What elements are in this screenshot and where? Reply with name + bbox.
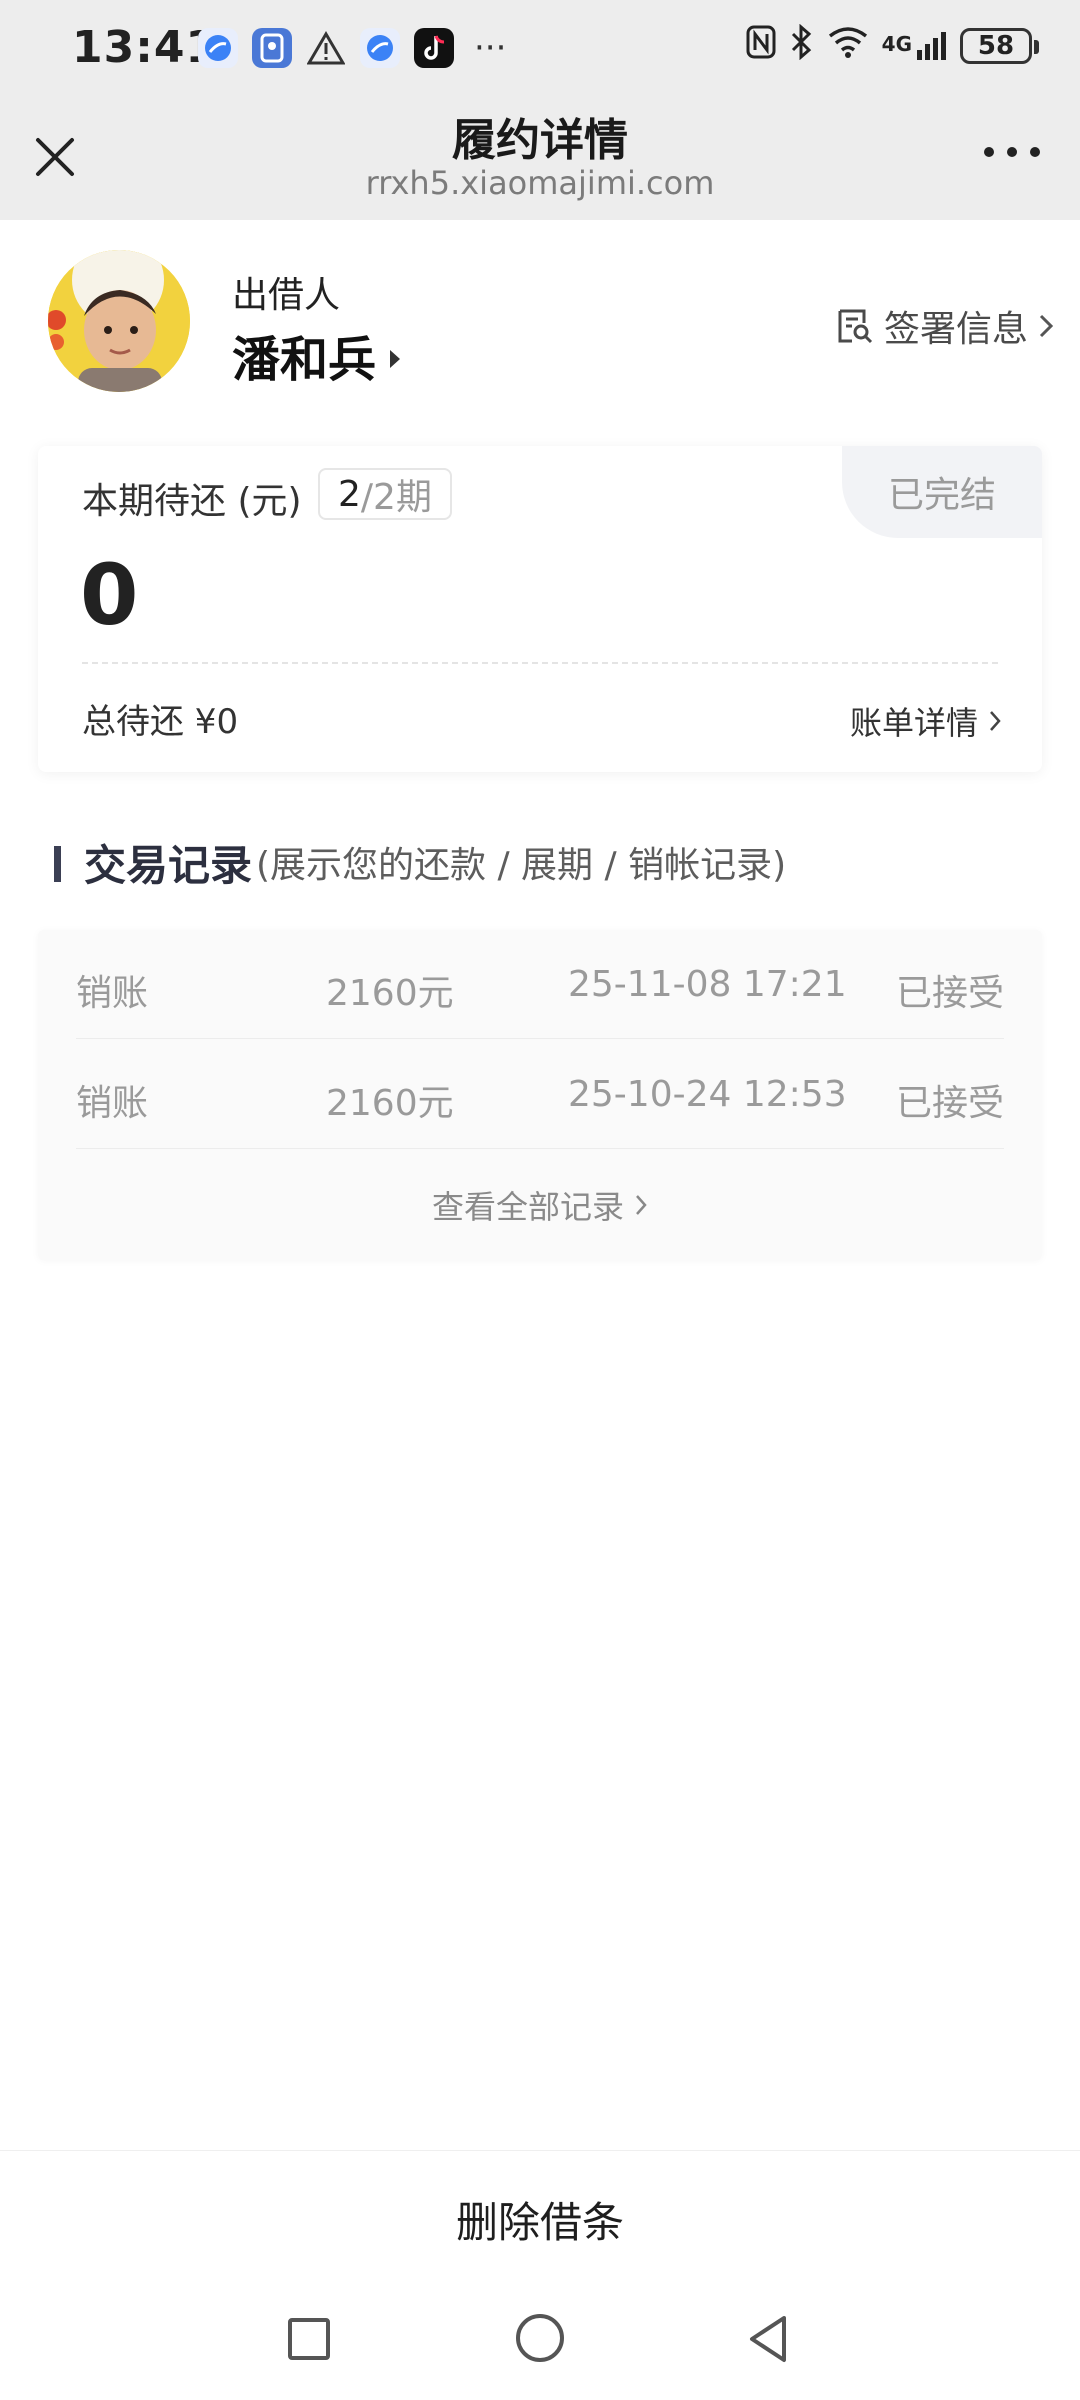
bluetooth-icon — [790, 23, 814, 68]
home-button[interactable] — [516, 2314, 564, 2362]
period-due-label: 本期待还 (元) — [82, 481, 302, 522]
more-notifications-icon: ··· — [474, 28, 507, 68]
status-badge: 已完结 — [842, 446, 1042, 538]
webview-header: 履约详情 rrxh5.xiaomajimi.com — [0, 100, 1080, 220]
tx-amount: 2160元 — [326, 1083, 454, 1124]
more-dot — [984, 147, 994, 157]
tx-amount: 2160元 — [326, 973, 454, 1014]
page-title: 履约详情 — [452, 115, 628, 166]
back-button[interactable] — [746, 2314, 790, 2364]
more-dot — [1007, 147, 1017, 157]
chevron-right-icon — [990, 711, 1001, 731]
nfc-icon — [746, 25, 776, 67]
amount-due: 0 — [80, 546, 139, 644]
sign-info-label: 签署信息 — [883, 309, 1028, 350]
repayment-summary-card: 本期待还 (元) 2 /2期 已完结 0 总待还 ¥0 账单详情 — [38, 446, 1042, 772]
warning-icon — [306, 28, 346, 68]
system-icons: 4G 58 — [746, 23, 1039, 68]
wallet-app-icon — [252, 28, 292, 68]
table-row[interactable]: 销账 2160元 25-10-24 12:53 已接受 — [76, 1040, 1004, 1149]
bill-details-link[interactable]: 账单详情 — [850, 698, 1002, 744]
tx-time: 25-10-24 12:53 — [568, 1074, 847, 1115]
transaction-list: 销账 2160元 25-11-08 17:21 已接受 销账 2160元 25-… — [38, 930, 1042, 1260]
wifi-icon — [828, 26, 868, 66]
tx-status: 已接受 — [895, 973, 1004, 1014]
chevron-right-icon — [636, 1195, 647, 1215]
bottom-action-bar: 删除借条 — [0, 2150, 1080, 2281]
period-indicator: 2 /2期 — [318, 468, 452, 520]
browser-icon — [360, 28, 400, 68]
sign-info-link[interactable]: 签署信息 — [836, 300, 1054, 352]
section-accent-bar — [54, 846, 61, 882]
battery-icon: 58 — [960, 28, 1039, 64]
more-dot — [1030, 147, 1040, 157]
more-menu-button[interactable] — [984, 142, 1040, 162]
bill-details-label: 账单详情 — [849, 704, 978, 742]
section-title: 交易记录 — [84, 841, 253, 890]
avatar[interactable] — [48, 250, 190, 392]
table-row[interactable]: 销账 2160元 25-11-08 17:21 已接受 — [76, 930, 1004, 1039]
chevron-right-icon — [1039, 314, 1054, 338]
lender-name[interactable]: 潘和兵 — [232, 320, 376, 390]
tx-status: 已接受 — [895, 1083, 1004, 1124]
caret-right-icon — [388, 348, 402, 376]
browser-icon — [198, 28, 238, 68]
period-current: 2 — [338, 473, 361, 515]
view-all-records-link[interactable]: 查看全部记录 — [38, 1182, 1042, 1228]
back-triangle-icon — [750, 2316, 786, 2362]
lender-role-label: 出借人 — [232, 275, 341, 316]
tiktok-icon — [414, 28, 454, 68]
tx-time: 25-11-08 17:21 — [568, 964, 847, 1005]
page-url: rrxh5.xiaomajimi.com — [365, 164, 715, 202]
clock: 13:41 — [72, 22, 218, 73]
delete-iou-button[interactable]: 删除借条 — [0, 2189, 1080, 2250]
divider — [82, 662, 998, 664]
period-total: /2期 — [360, 477, 432, 518]
section-subtitle: (展示您的还款 / 展期 / 销帐记录) — [256, 845, 787, 886]
system-nav-bar — [0, 2280, 1080, 2400]
document-search-icon — [838, 309, 873, 344]
status-bar: 13:41 ··· 4G 58 — [0, 0, 1080, 100]
notification-icons: ··· — [198, 28, 506, 68]
cellular-signal-icon: 4G — [882, 32, 946, 60]
recent-apps-button[interactable] — [288, 2318, 330, 2360]
view-all-label: 查看全部记录 — [431, 1188, 624, 1226]
total-due: 总待还 ¥0 — [82, 702, 239, 742]
tx-type: 销账 — [76, 1083, 149, 1124]
tx-type: 销账 — [76, 973, 149, 1014]
